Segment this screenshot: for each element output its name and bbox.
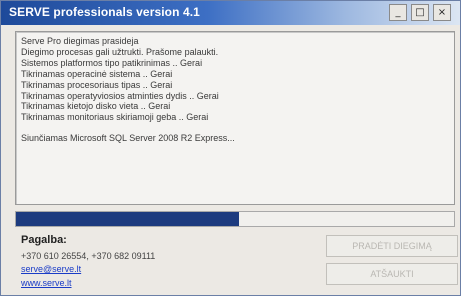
log-line: Tikrinamas operatyviosios atminties dydi… xyxy=(21,90,219,101)
help-website-link[interactable]: www.serve.lt xyxy=(21,278,72,288)
cancel-button[interactable]: ATŠAUKTI xyxy=(326,263,458,285)
log-spacer xyxy=(21,123,449,133)
log-line-sql-download: Siunčiamas Microsoft SQL Server 2008 R2 … xyxy=(21,133,235,144)
log-line: Serve Pro diegimas prasideja xyxy=(21,36,139,46)
install-log[interactable]: Serve Pro diegimas prasideja Diegimo pro… xyxy=(15,31,455,205)
help-title: Pagalba: xyxy=(21,234,67,246)
log-line: Tikrinamas procesoriaus tipas .. Gerai xyxy=(21,79,173,90)
help-phones: +370 610 26554, +370 682 09111 xyxy=(21,251,156,261)
progress-fill xyxy=(16,212,240,226)
title-bar[interactable]: SERVE professionals version 4.1 _ □ × xyxy=(1,1,460,25)
start-install-button[interactable]: PRADĖTI DIEGIMĄ xyxy=(326,235,458,257)
window-title: SERVE professionals version 4.1 xyxy=(9,5,200,19)
log-line: Tikrinamas kietojo disko vieta .. Gerai xyxy=(21,101,171,112)
log-line: Sistemos platformos tipo patikrinimas ..… xyxy=(21,57,203,68)
maximize-button[interactable]: □ xyxy=(411,4,429,21)
close-button[interactable]: × xyxy=(433,4,451,21)
log-line: Tikrinamas operacinė sistema .. Gerai xyxy=(21,68,173,79)
install-progress-bar xyxy=(15,211,455,227)
log-line: Diegimo procesas gali užtrukti. Prašome … xyxy=(21,46,219,57)
log-line: Tikrinamas monitoriaus skiriamoji geba .… xyxy=(21,112,209,123)
minimize-button[interactable]: _ xyxy=(389,4,407,21)
installer-window: SERVE professionals version 4.1 _ □ × Se… xyxy=(0,0,461,296)
help-email-link[interactable]: serve@serve.lt xyxy=(21,264,81,274)
